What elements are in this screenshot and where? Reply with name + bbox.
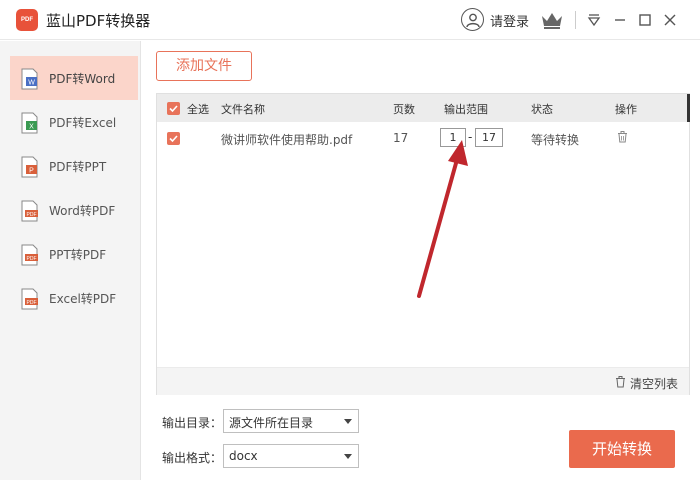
- row-file-name: 微讲师软件使用帮助.pdf: [221, 133, 353, 147]
- svg-text:W: W: [28, 80, 35, 87]
- sidebar-item-excel-to-pdf[interactable]: PDF Excel转PDF: [10, 276, 138, 320]
- menu-dropdown-icon[interactable]: [584, 10, 604, 30]
- clear-list-button[interactable]: 清空列表: [630, 375, 678, 392]
- scrollbar[interactable]: [687, 94, 690, 122]
- svg-text:PDF: PDF: [27, 256, 37, 262]
- clear-trash-icon[interactable]: [615, 376, 626, 391]
- sidebar-item-word-to-pdf[interactable]: PDF Word转PDF: [10, 188, 138, 232]
- word-doc-icon: W: [20, 68, 40, 93]
- add-file-button[interactable]: 添加文件: [156, 51, 252, 81]
- header-status: 状态: [531, 103, 553, 116]
- login-link[interactable]: 请登录: [490, 11, 529, 30]
- ppt-doc-icon: P: [20, 156, 40, 181]
- sidebar-item-pdf-to-excel[interactable]: X PDF转Excel: [10, 100, 138, 144]
- header-output-range: 输出范围: [444, 103, 488, 116]
- sidebar-item-label: PPT转PDF: [49, 248, 107, 262]
- output-dir-label: 输出目录：: [162, 416, 223, 430]
- svg-text:X: X: [29, 124, 34, 131]
- app-logo: PDF: [16, 9, 38, 31]
- header-select-all[interactable]: 全选: [187, 101, 209, 117]
- select-all-checkbox[interactable]: [167, 102, 180, 115]
- sidebar: W PDF转Word X PDF转Excel P PDF转PPT PDF Wor…: [0, 41, 141, 480]
- maximize-icon[interactable]: [635, 10, 655, 30]
- row-status: 等待转换: [531, 133, 580, 147]
- pdf-doc-icon: PDF: [20, 200, 40, 225]
- annotation-arrow: [417, 140, 468, 298]
- sidebar-item-pdf-to-word[interactable]: W PDF转Word: [10, 56, 138, 100]
- excel-doc-icon: X: [20, 112, 40, 137]
- title-bar: PDF 蓝山PDF转换器 请登录: [0, 0, 700, 40]
- sidebar-item-label: PDF转PPT: [49, 160, 107, 174]
- close-icon[interactable]: [660, 10, 680, 30]
- sidebar-item-label: Word转PDF: [49, 204, 116, 218]
- output-format-label: 输出格式：: [162, 451, 223, 465]
- svg-text:PDF: PDF: [27, 300, 37, 306]
- pdf-doc-icon: PDF: [20, 244, 40, 269]
- start-convert-button[interactable]: 开始转换: [569, 430, 675, 468]
- svg-text:PDF: PDF: [27, 212, 37, 218]
- sidebar-item-pdf-to-ppt[interactable]: P PDF转PPT: [10, 144, 138, 188]
- header-actions: 操作: [615, 103, 637, 116]
- sidebar-item-label: Excel转PDF: [49, 292, 117, 306]
- row-checkbox[interactable]: [167, 132, 180, 145]
- output-format-value: docx: [229, 449, 258, 463]
- pdf-doc-icon: PDF: [20, 288, 40, 313]
- table-footer: 清空列表: [157, 367, 689, 395]
- sidebar-item-ppt-to-pdf[interactable]: PDF PPT转PDF: [10, 232, 138, 276]
- output-dir-select[interactable]: 源文件所在目录: [223, 409, 359, 433]
- output-format-select[interactable]: docx: [223, 444, 359, 468]
- chevron-down-icon: [344, 419, 352, 424]
- svg-text:P: P: [29, 168, 34, 175]
- header-pages: 页数: [393, 103, 415, 116]
- chevron-down-icon: [344, 454, 352, 459]
- delete-trash-icon[interactable]: [617, 131, 628, 146]
- table-header: 全选 文件名称 页数 输出范围 状态 操作: [157, 94, 690, 122]
- user-avatar-icon[interactable]: [461, 8, 484, 31]
- output-dir-value: 源文件所在目录: [229, 416, 314, 430]
- header-file-name: 文件名称: [221, 103, 265, 116]
- sidebar-item-label: PDF转Word: [49, 72, 116, 86]
- minimize-icon[interactable]: [610, 10, 630, 30]
- titlebar-divider: [575, 11, 576, 29]
- vip-crown-icon[interactable]: [540, 10, 564, 33]
- sidebar-item-label: PDF转Excel: [49, 116, 117, 130]
- app-title: 蓝山PDF转换器: [46, 12, 151, 30]
